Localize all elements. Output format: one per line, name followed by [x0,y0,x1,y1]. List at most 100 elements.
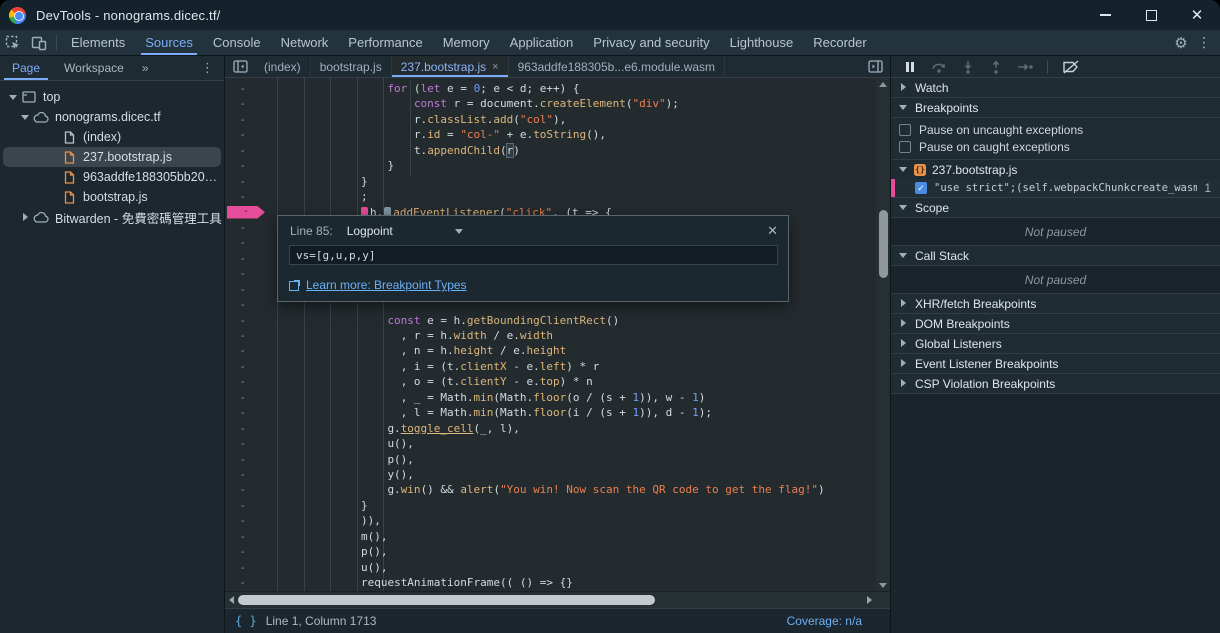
line-number[interactable]: - [225,374,255,389]
line-number[interactable]: - [225,96,255,111]
breakpoint-type-select[interactable]: Logpoint [347,224,393,238]
step-out-icon[interactable] [989,60,1003,74]
line-number[interactable]: - [225,498,255,513]
chevron-down-icon[interactable] [455,229,463,234]
close-dialog-icon[interactable]: ✕ [767,223,778,239]
settings-gear-icon[interactable]: ⚙ [1168,34,1194,52]
line-number[interactable]: - [225,421,255,436]
code-line[interactable]: -, l = Math.min(Math.floor(i / (s + 1)),… [225,405,890,420]
panel-tab-recorder[interactable]: Recorder [803,30,876,55]
line-number[interactable]: - [225,189,255,204]
line-number[interactable]: - [225,143,255,158]
tree-item-963addfe188305bb20e6-m[interactable]: 963addfe188305bb20e6.m... [0,167,224,187]
code-line[interactable]: -y(), [225,467,890,482]
toggle-debugger-sidebar-icon[interactable] [860,56,890,77]
panel-tab-privacy-and-security[interactable]: Privacy and security [583,30,719,55]
line-number[interactable]: - [225,359,255,374]
pause-script-icon[interactable] [903,60,917,74]
more-options-icon[interactable]: ⋮ [1194,34,1214,51]
code-line[interactable]: -u(), [225,436,890,451]
step-over-icon[interactable] [931,60,947,74]
checkbox-unchecked[interactable] [899,124,911,136]
code-line[interactable]: -, o = (t.clientY - e.top) * n [225,374,890,389]
code-line[interactable]: -)), [225,513,890,528]
toggle-navigator-icon[interactable] [225,56,255,77]
scroll-up-arrow[interactable] [876,78,890,90]
pretty-print-icon[interactable]: { } [235,614,257,628]
editor-tab-index[interactable]: (index) [255,56,311,77]
section-scope[interactable]: Scope [891,198,1220,218]
inspect-element-icon[interactable] [0,31,26,55]
line-number[interactable]: - [225,529,255,544]
close-tab-icon[interactable]: × [492,61,498,73]
line-number[interactable]: - [225,513,255,528]
section-dom-breakpoints[interactable]: DOM Breakpoints [891,314,1220,334]
code-line[interactable]: -} [225,158,890,173]
panel-tab-performance[interactable]: Performance [338,30,432,55]
section-call-stack[interactable]: Call Stack [891,246,1220,266]
line-number[interactable]: - [225,467,255,482]
maximize-button[interactable] [1128,0,1174,30]
close-window-button[interactable]: ✕ [1174,0,1220,30]
line-number[interactable]: - [225,297,255,312]
checkbox-checked[interactable]: ✓ [915,182,927,194]
line-number[interactable]: - [225,328,255,343]
section-watch[interactable]: Watch [891,78,1220,98]
tree-item-nonograms-dicec-tf[interactable]: nonograms.dicec.tf [0,107,224,127]
line-number[interactable]: - [225,251,255,266]
pause-caught-row[interactable]: Pause on caught exceptions [891,138,1220,155]
line-number[interactable]: - [225,220,255,235]
tree-item-top[interactable]: top [0,87,224,107]
editor-tab-237-bootstrap-js[interactable]: 237.bootstrap.js× [392,56,509,77]
code-line[interactable]: -const e = h.getBoundingClientRect() [225,313,890,328]
line-number[interactable]: - [225,81,255,96]
code-line[interactable]: -, n = h.height / e.height [225,343,890,358]
chevron-down-icon[interactable] [20,112,30,122]
code-line[interactable]: -u(), [225,560,890,575]
chevron-down-icon[interactable] [8,92,18,102]
line-number[interactable]: - [225,452,255,467]
line-number[interactable]: - [225,282,255,297]
panel-tab-lighthouse[interactable]: Lighthouse [720,30,804,55]
line-number[interactable]: - [225,390,255,405]
tree-item-bitwarden[interactable]: Bitwarden - 免費密碼管理工具 [0,207,224,227]
breakpoint-types-link[interactable]: Learn more: Breakpoint Types [306,278,467,292]
code-line[interactable]: -; [225,189,890,204]
code-line[interactable]: -, _ = Math.min(Math.floor(o / (s + 1)),… [225,390,890,405]
code-line[interactable]: -p(), [225,544,890,559]
line-number[interactable]: - [225,575,255,590]
vertical-scroll-thumb[interactable] [879,210,888,278]
section-global-listeners[interactable]: Global Listeners [891,334,1220,354]
line-number[interactable]: - [225,405,255,420]
section-csp-violation-breakpoints[interactable]: CSP Violation Breakpoints [891,374,1220,394]
step-into-icon[interactable] [961,60,975,74]
more-tabs-icon[interactable]: » [136,61,154,75]
line-number[interactable]: - [225,482,255,497]
tab-page[interactable]: Page [0,56,52,80]
code-line[interactable]: -p(), [225,452,890,467]
line-number[interactable]: - [225,174,255,189]
line-number[interactable]: - [225,266,255,281]
tree-item-index[interactable]: (index) [0,127,224,147]
editor-tab-bootstrap-js[interactable]: bootstrap.js [311,56,392,77]
device-toolbar-icon[interactable] [26,31,52,55]
scroll-down-arrow[interactable] [876,579,890,591]
code-line[interactable]: -for (let e = 0; e < d; e++) { [225,81,890,96]
code-line[interactable]: -} [225,498,890,513]
minimize-button[interactable] [1082,0,1128,30]
scroll-left-arrow[interactable] [225,592,238,608]
section-xhr-fetch-breakpoints[interactable]: XHR/fetch Breakpoints [891,294,1220,314]
horizontal-scroll-thumb[interactable] [238,595,655,605]
editor-horizontal-scrollbar[interactable] [225,591,890,608]
code-line[interactable]: -r.id = "col-" + e.toString(), [225,127,890,142]
chevron-right-icon[interactable] [20,212,30,222]
panel-tab-elements[interactable]: Elements [61,30,135,55]
panel-tab-console[interactable]: Console [203,30,271,55]
code-editor[interactable]: -for (let e = 0; e < d; e++) {-const r =… [225,78,890,591]
panel-tab-application[interactable]: Application [500,30,584,55]
tree-item-237-bootstrap-js[interactable]: 237.bootstrap.js [0,147,224,167]
line-number[interactable]: - [225,560,255,575]
panel-tab-memory[interactable]: Memory [433,30,500,55]
code-line[interactable]: -m(), [225,529,890,544]
line-number[interactable]: - [225,127,255,142]
